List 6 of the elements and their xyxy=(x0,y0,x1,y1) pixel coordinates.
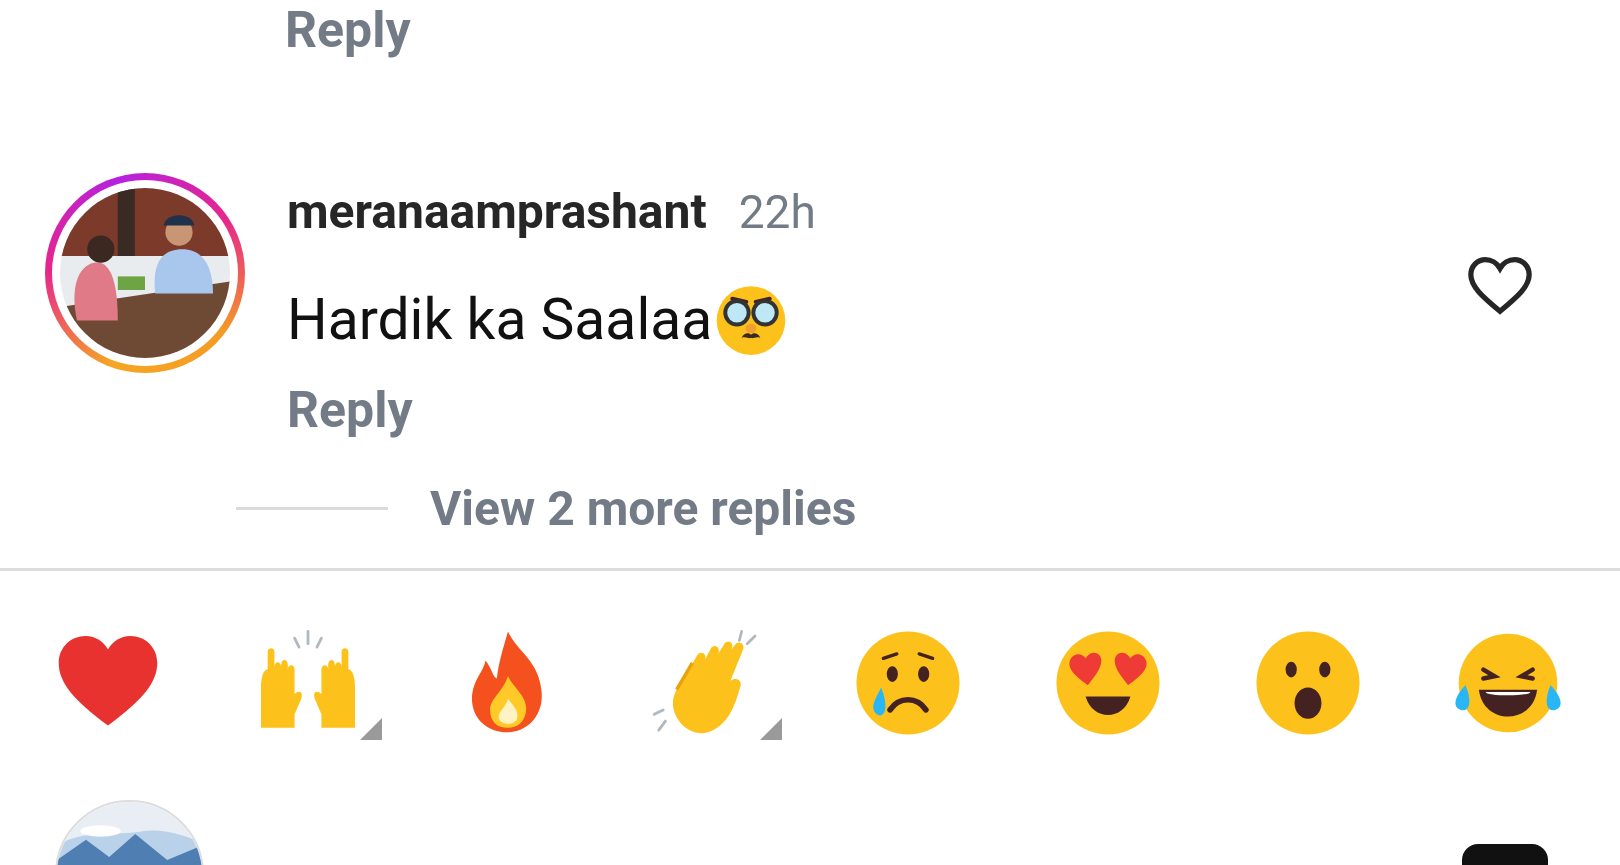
reply-link[interactable]: Reply xyxy=(285,1,411,59)
username[interactable]: meranaamprashant xyxy=(287,183,707,240)
comment-time: 22h xyxy=(738,185,816,239)
reply-link[interactable]: Reply xyxy=(287,381,413,439)
view-replies-link[interactable]: View 2 more replies xyxy=(430,479,857,537)
comment-text: Hardik ka Saalaa xyxy=(287,285,713,353)
